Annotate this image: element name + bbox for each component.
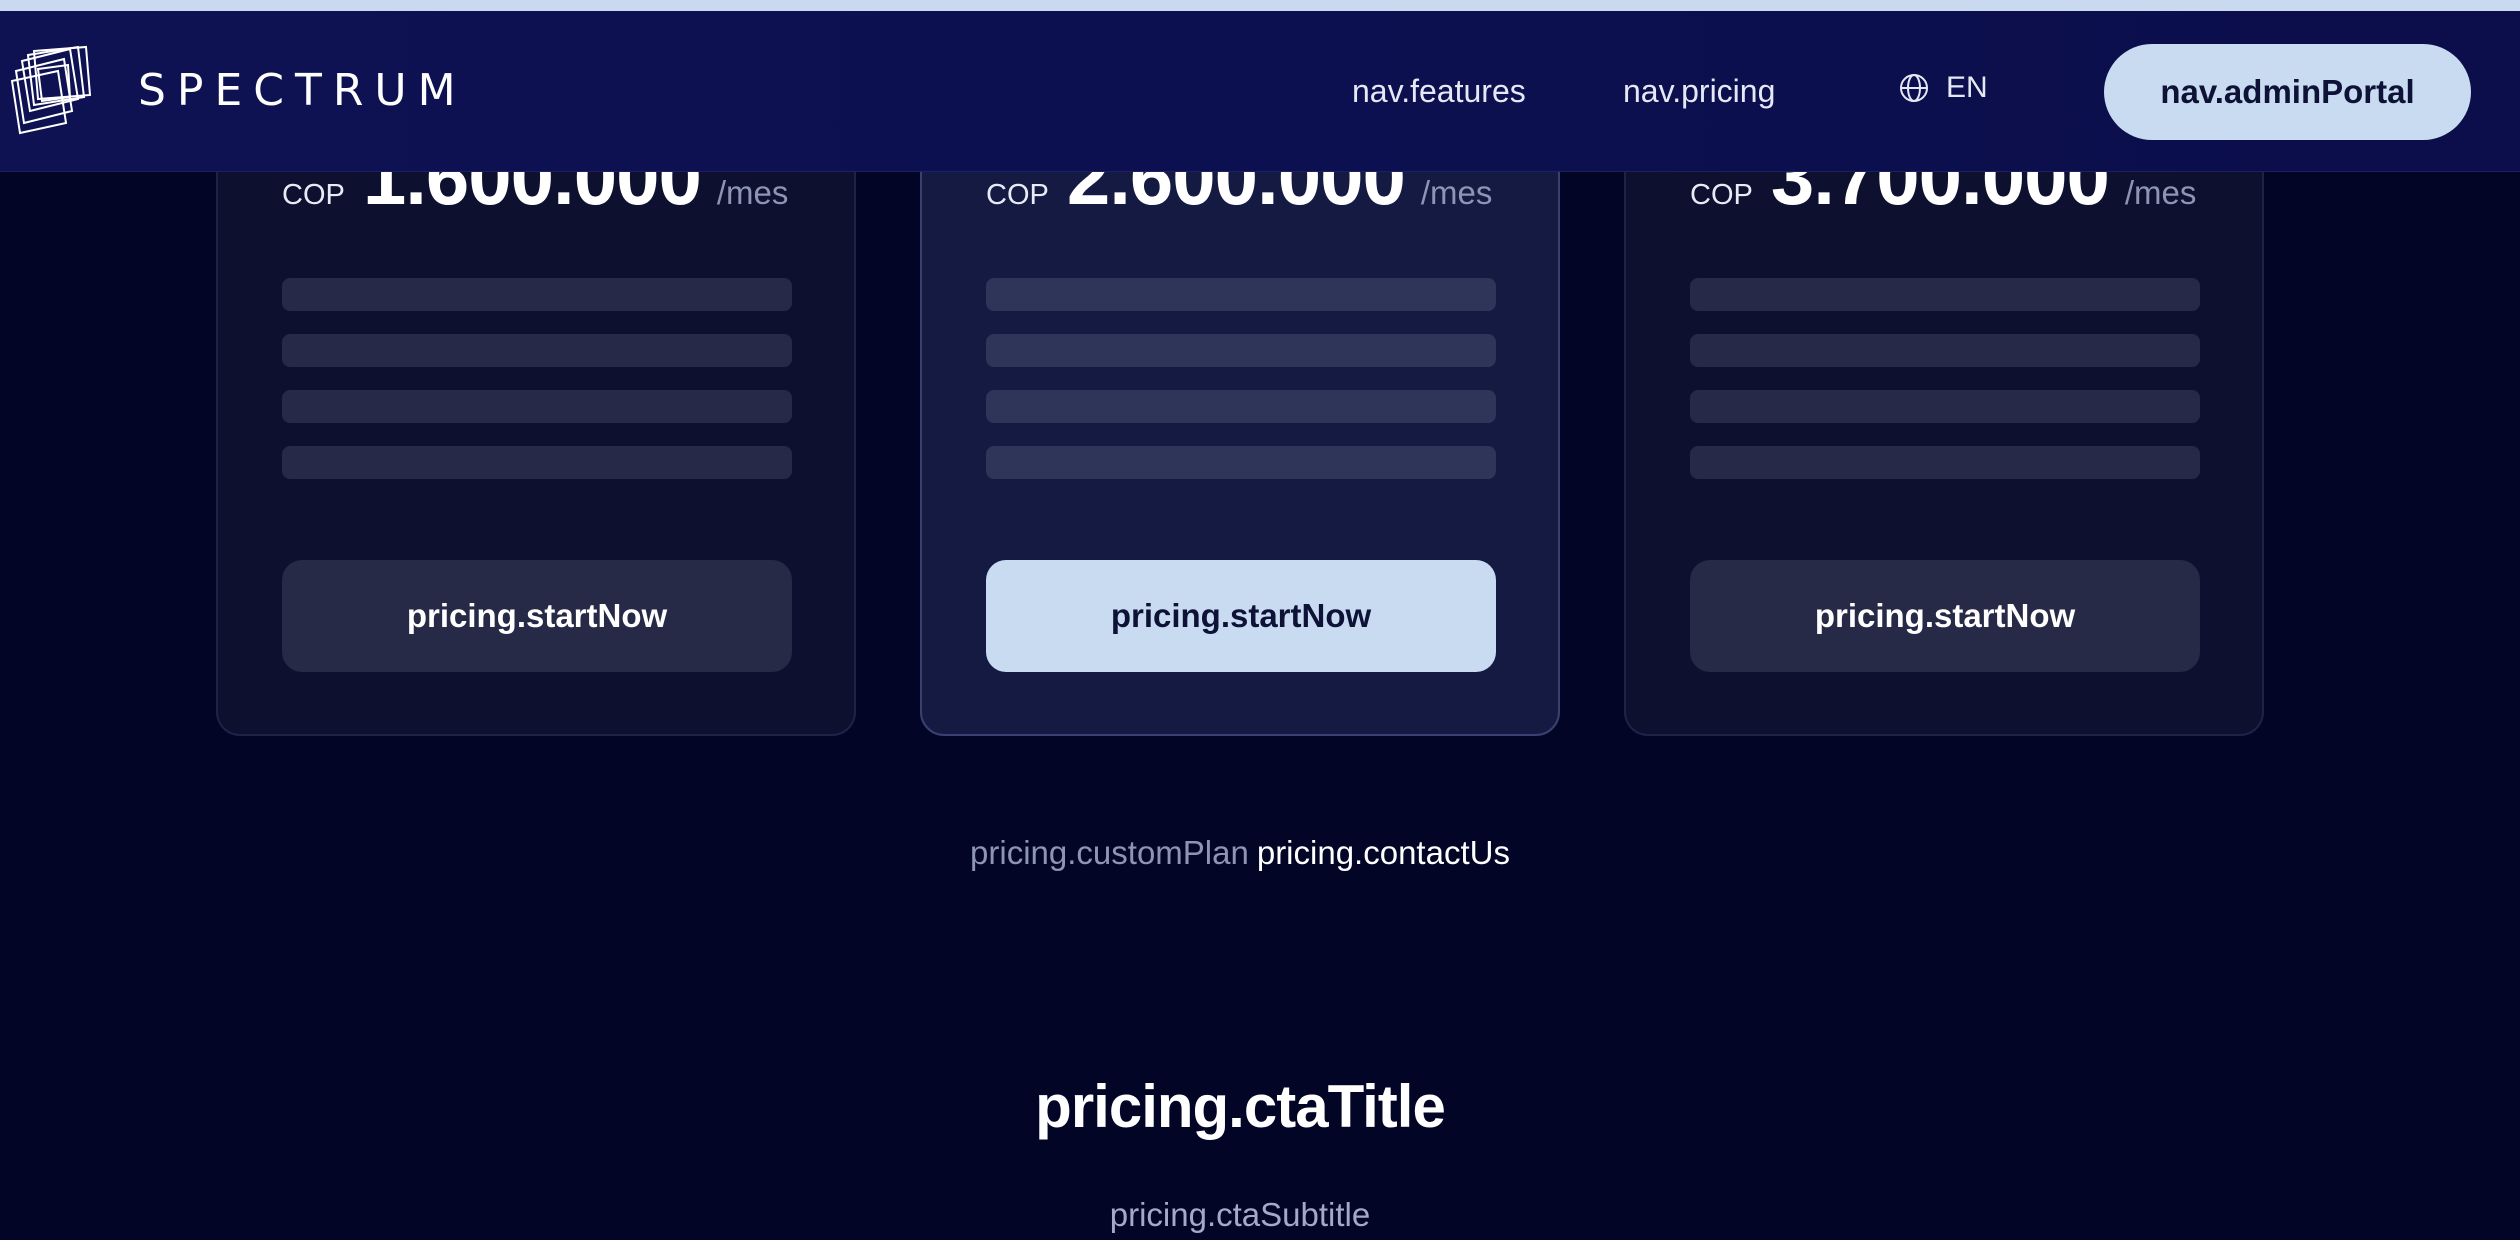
feature-placeholder [282, 334, 792, 367]
feature-placeholder [986, 278, 1496, 311]
price-currency: COP [282, 179, 345, 211]
start-now-button[interactable]: pricing.startNow [986, 560, 1496, 672]
feature-placeholder [1690, 446, 2200, 479]
start-now-button[interactable]: pricing.startNow [1690, 560, 2200, 672]
start-now-button[interactable]: pricing.startNow [282, 560, 792, 672]
language-selector[interactable]: EN [1898, 71, 1988, 105]
feature-placeholder [282, 278, 792, 311]
browser-top-strip [0, 0, 2520, 11]
contact-us-link[interactable]: pricing.contactUs [1257, 834, 1510, 871]
price-period: /mes [716, 174, 789, 211]
cta-title: pricing.ctaTitle [1035, 1073, 1446, 1140]
language-label: EN [1946, 71, 1988, 104]
spectrum-logo-icon[interactable] [8, 41, 112, 139]
pricing-card-premium: COP 3.700.000 /mes pricing.startNow [1624, 100, 2264, 736]
custom-plan-line: pricing.customPlan pricing.contactUs [0, 834, 2480, 872]
feature-placeholder [282, 446, 792, 479]
pricing-card-basic: COP 1.600.000 /mes pricing.startNow [216, 100, 856, 736]
feature-placeholder [1690, 390, 2200, 423]
globe-icon [1900, 74, 1928, 102]
cta-subtitle: pricing.ctaSubtitle [1109, 1196, 1371, 1233]
price-period: /mes [2124, 174, 2197, 211]
feature-placeholder [282, 390, 792, 423]
admin-portal-button[interactable]: nav.adminPortal [2104, 44, 2471, 140]
feature-placeholder [1690, 334, 2200, 367]
feature-placeholder [1690, 278, 2200, 311]
brand-name[interactable]: SPECTRUM [138, 69, 467, 113]
nav-link-features[interactable]: nav.features [1352, 73, 1526, 110]
feature-placeholder [986, 334, 1496, 367]
nav-link-pricing[interactable]: nav.pricing [1623, 73, 1775, 110]
price-currency: COP [1690, 179, 1753, 211]
top-navbar: SPECTRUM nav.features nav.pricing EN nav… [0, 11, 2520, 172]
custom-plan-text: pricing.customPlan [970, 834, 1249, 871]
price-period: /mes [1420, 174, 1493, 211]
price-currency: COP [986, 179, 1049, 211]
feature-placeholder [986, 390, 1496, 423]
feature-placeholder [986, 446, 1496, 479]
pricing-card-featured: COP 2.600.000 /mes pricing.startNow [920, 100, 1560, 736]
